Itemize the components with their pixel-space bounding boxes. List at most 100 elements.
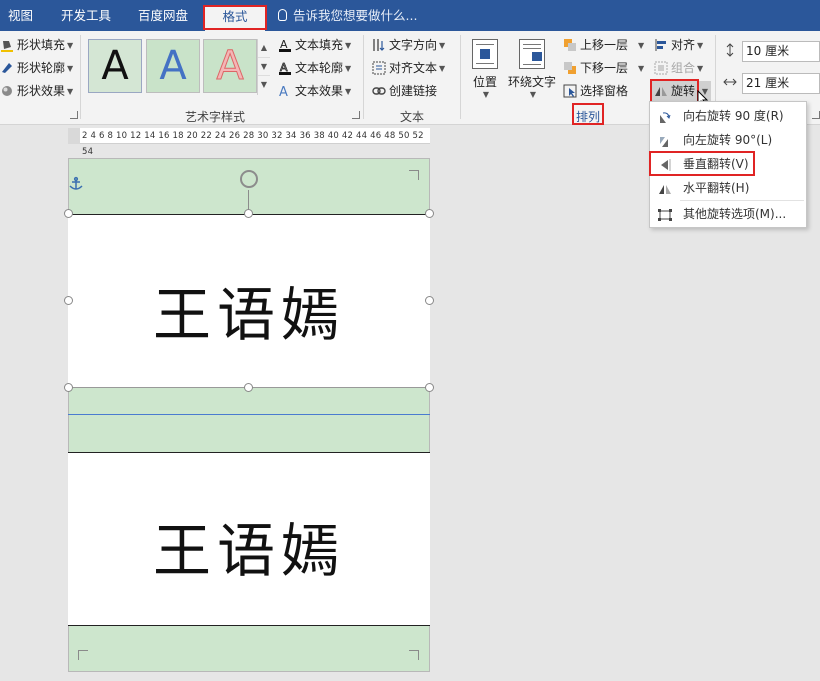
corner-mark [78,650,88,660]
rotate-menu: 向右旋转 90 度(R) 向左旋转 90°(L) 垂直翻转(V) 水平翻转(H)… [649,101,807,228]
send-backward-icon [563,61,577,75]
ribbon-tab-bar: 视图 开发工具 百度网盘 格式 告诉我您想要做什么... [0,0,820,31]
menu-item-label: 其他旋转选项(M)... [683,207,787,221]
group-button[interactable]: 组合 ▼ [654,58,703,78]
text-direction-button[interactable]: 文字方向 ▼ [372,35,445,55]
shape-height-input[interactable]: 10 厘米 [742,41,820,62]
horizontal-ruler[interactable]: 2 4 6 8 10 12 14 16 18 20 22 24 26 28 30… [68,128,430,157]
size-launcher[interactable] [812,111,820,119]
tell-me-search[interactable]: 告诉我您想要做什么... [278,0,417,31]
shape-styles-launcher[interactable] [70,111,78,119]
group-separator [363,35,364,119]
flip-horizontal-icon [657,181,673,195]
resize-handle[interactable] [425,383,434,392]
tab-format[interactable]: 格式 [205,5,265,31]
align-text-icon [372,61,386,75]
group-separator [460,35,461,119]
ruler-margin [68,128,80,144]
bring-forward-icon [563,38,577,52]
position-label: 位置 [472,75,497,89]
menu-rotate-left-90[interactable]: 向左旋转 90°(L) [650,129,806,151]
menu-flip-vertical[interactable]: 垂直翻转(V) [650,153,806,175]
shape-width-icon [723,75,737,89]
send-backward-button[interactable]: 下移一层 ▼ [563,58,644,78]
selection-pane-button[interactable]: 选择窗格 [563,81,628,101]
group-separator [80,35,81,119]
resize-handle[interactable] [425,296,434,305]
text-effects-icon: A [278,84,292,100]
tab-view[interactable]: 视图 [8,0,33,31]
wordart-style-pink[interactable]: A [203,39,257,93]
position-caret: ▼ [482,90,490,99]
rotation-options-icon [657,207,673,221]
menu-item-label: 向右旋转 90 度(R) [683,109,784,123]
align-button[interactable]: 对齐 ▼ [654,35,703,55]
rotate-icon [654,84,668,98]
corner-mark [409,170,419,180]
wordart-style-blue[interactable]: A [146,39,200,93]
fold-line [68,414,430,415]
shape-effects-icon [0,84,14,98]
align-text-button[interactable]: 对齐文本 ▼ [372,58,445,78]
group-objects-icon [654,61,668,75]
rotate-button[interactable]: 旋转 [652,81,698,101]
resize-handle[interactable] [244,383,253,392]
text-effects-button[interactable]: A 文本效果 ▼ [278,81,351,101]
create-link-button[interactable]: 创建链接 [372,81,437,101]
resize-handle[interactable] [425,209,434,218]
tab-developer[interactable]: 开发工具 [61,0,111,31]
lightbulb-icon [278,9,287,21]
wrap-text-icon [519,39,545,69]
rotate-left-icon [657,133,673,147]
rotation-handle-icon[interactable] [240,170,258,188]
menu-item-label: 垂直翻转(V) [683,157,749,171]
shape-outline-button[interactable]: 形状轮廓 ▼ [0,58,73,78]
menu-separator [680,200,804,201]
shape-width-input[interactable]: 21 厘米 [742,73,820,94]
resize-handle[interactable] [244,209,253,218]
shape-effects-button[interactable]: 形状效果 ▼ [0,81,73,101]
arrange-group-label: 排列 [575,110,600,124]
tab-baidu-netdisk[interactable]: 百度网盘 [138,0,188,31]
selection-pane-icon [563,84,577,98]
resize-handle[interactable] [64,383,73,392]
wrap-text-label: 环绕文字 [507,75,556,89]
menu-rotate-right-90[interactable]: 向右旋转 90 度(R) [650,105,806,127]
wrap-text-button[interactable]: 环绕文字 ▼ [505,39,559,99]
wordart-gallery-scroll[interactable]: ▲ ▼ ▼ [257,39,270,95]
chain-link-icon [372,84,386,98]
shape-fill-button[interactable]: 形状填充 ▼ [0,35,73,55]
text-group-label: 文本 [399,110,424,124]
menu-item-label: 向左旋转 90°(L) [683,133,773,147]
svg-text:A: A [279,85,288,98]
menu-more-rotation-options[interactable]: 其他旋转选项(M)... [650,203,806,225]
text-fill-icon: A [278,38,292,52]
paint-bucket-icon [0,38,14,52]
text-outline-icon: A [278,61,292,75]
tell-me-text: 告诉我您想要做什么... [293,8,418,23]
text-outline-button[interactable]: A 文本轮廓 ▼ [278,58,351,78]
align-icon [654,38,668,52]
wrap-text-caret: ▼ [529,90,537,99]
wordart-group-label: 艺术字样式 [184,110,245,124]
name-text-top[interactable]: 王语嫣 [68,268,430,352]
ruler-numbers: 2 4 6 8 10 12 14 16 18 20 22 24 26 28 30… [82,131,424,157]
menu-flip-horizontal[interactable]: 水平翻转(H) [650,177,806,199]
pen-icon [0,61,14,75]
position-icon [472,39,498,69]
resize-handle[interactable] [64,296,73,305]
bring-forward-button[interactable]: 上移一层 ▼ [563,35,644,55]
shape-height-icon [723,43,737,57]
text-fill-button[interactable]: A 文本填充 ▼ [278,35,351,55]
text-direction-icon [372,38,386,52]
resize-handle[interactable] [64,209,73,218]
anchor-icon [69,176,83,190]
name-text-bottom[interactable]: 王语嫣 [68,504,430,588]
flip-vertical-icon [657,157,673,171]
position-button[interactable]: 位置 ▼ [467,39,503,99]
wordart-style-black[interactable]: A [88,39,142,93]
rotate-right-icon [657,109,673,123]
menu-item-label: 水平翻转(H) [683,181,750,195]
wordart-launcher[interactable] [352,111,360,119]
corner-mark [409,650,419,660]
